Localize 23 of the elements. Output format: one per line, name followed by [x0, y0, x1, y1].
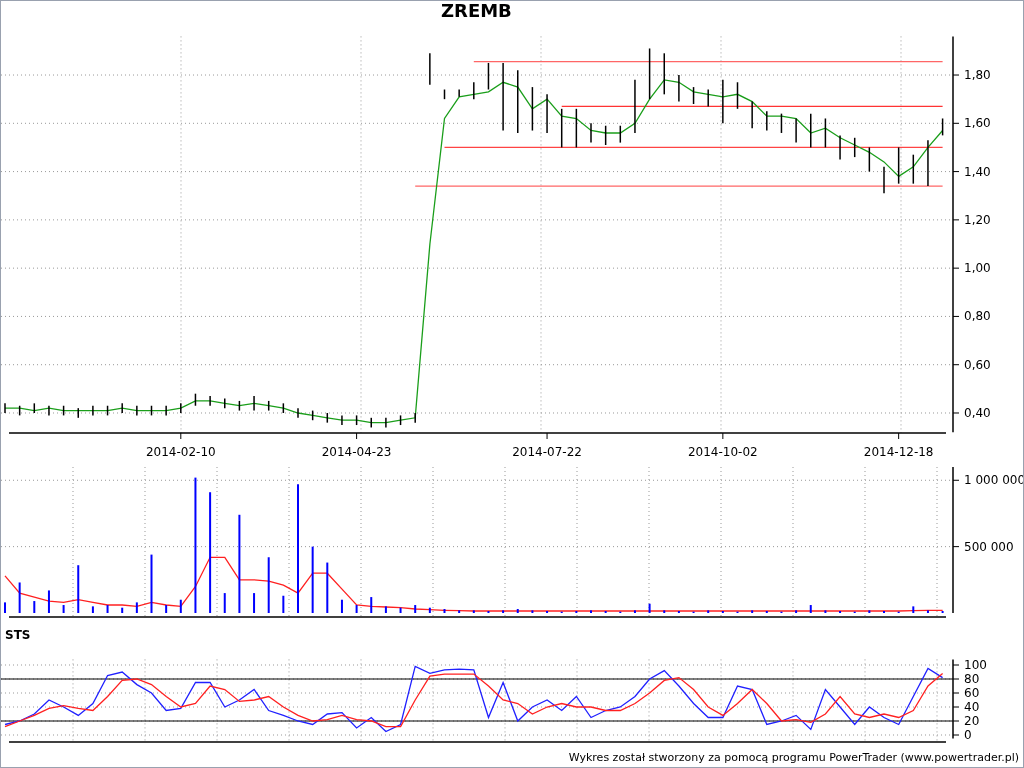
- axis-label: 1,80: [964, 68, 991, 83]
- axis-label: 0,40: [964, 406, 991, 421]
- indicator-label: STS: [5, 629, 31, 641]
- axis-label: 0,80: [964, 309, 991, 324]
- axis-label: 2014-12-18: [863, 445, 934, 460]
- chart-title: ZREMB: [441, 1, 512, 20]
- axis-label: 1,60: [964, 116, 991, 131]
- axis-label: 500 000: [964, 539, 1014, 554]
- axis-label: 2014-02-10: [145, 445, 216, 460]
- axis-label: 2014-04-23: [321, 445, 392, 460]
- axis-label: 80: [964, 671, 980, 686]
- axis-label: 2014-07-22: [512, 445, 582, 460]
- axis-label: 1,20: [964, 213, 991, 228]
- axis-label: 1,00: [964, 261, 991, 276]
- axis-label: 100: [964, 657, 987, 672]
- footer-text: Wykres został stworzony za pomocą programu PowerTrader (www.powertrader.pl): [568, 751, 1019, 763]
- axis-label: 60: [964, 685, 980, 700]
- axis-label: 2014-10-02: [688, 445, 758, 460]
- axis-label: 1,40: [964, 164, 991, 179]
- axis-label: 0: [964, 727, 972, 742]
- axis-label: 0,60: [964, 358, 991, 373]
- axis-label: 20: [964, 713, 980, 728]
- axis-label: 40: [964, 699, 980, 714]
